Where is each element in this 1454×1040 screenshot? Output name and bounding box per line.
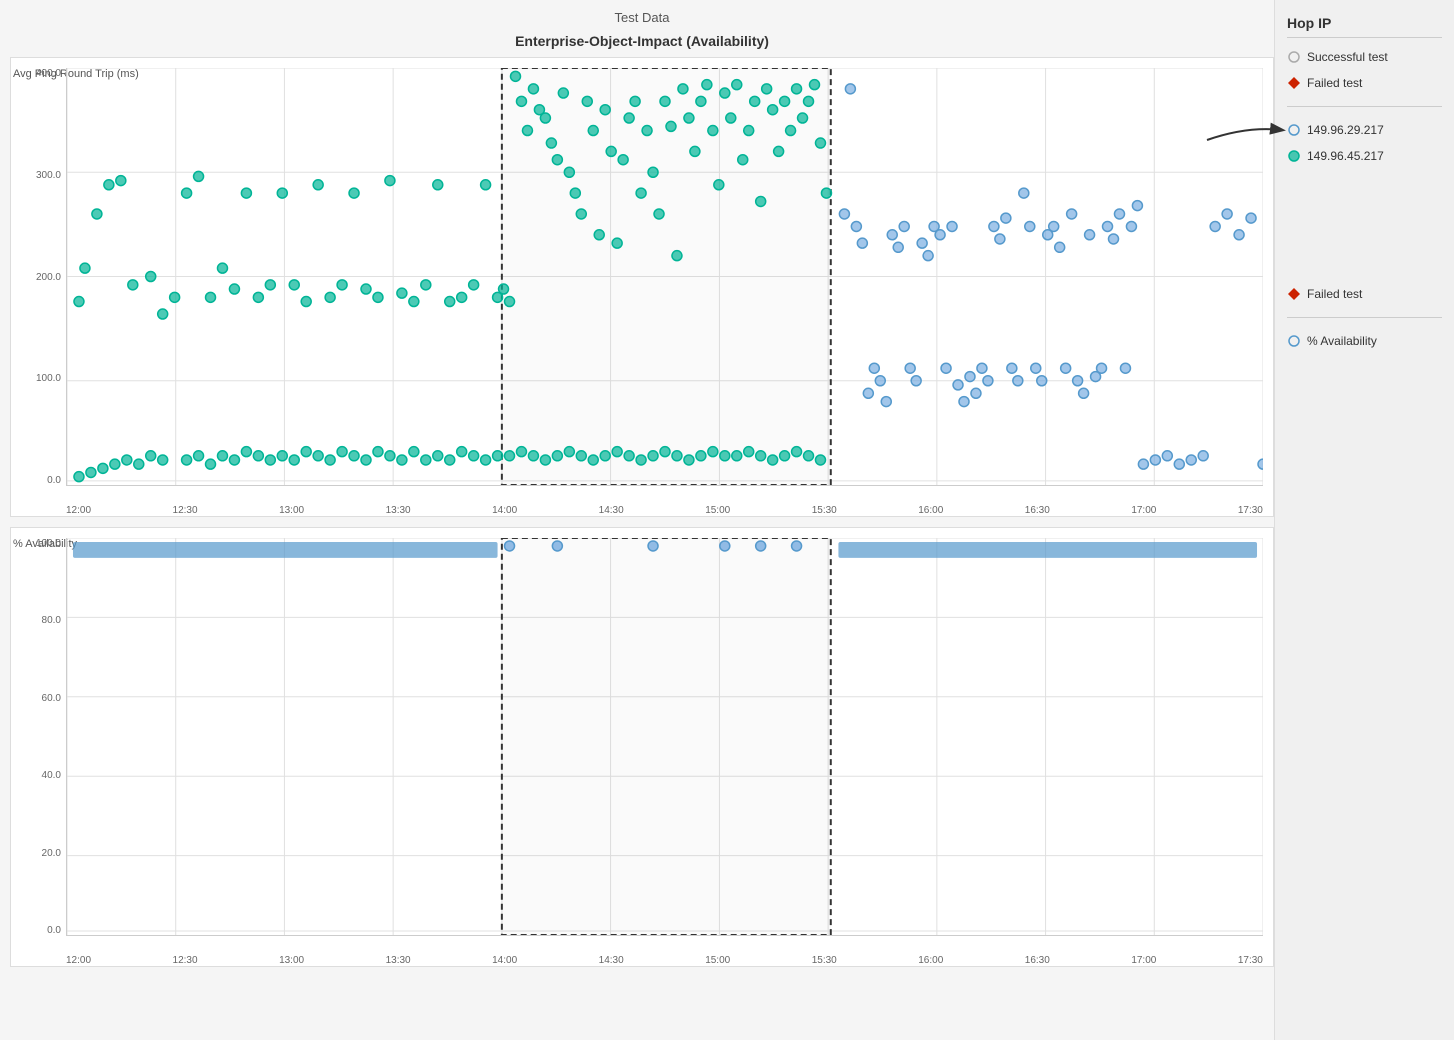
bottom-x-axis: 12:00 12:30 13:00 13:30 14:00 14:30 15:0…	[66, 941, 1263, 966]
top-chart-svg	[67, 68, 1263, 485]
legend-availability-label: % Availability	[1307, 334, 1377, 348]
successful-test-icon	[1287, 50, 1301, 64]
legend-successful: Successful test	[1287, 50, 1442, 64]
arrow-icon	[1207, 118, 1287, 148]
availability-circle-icon	[1287, 334, 1301, 348]
bottom-chart-svg	[67, 538, 1263, 935]
legend-ip-1[interactable]: 149.96.29.217	[1287, 123, 1442, 137]
legend-successful-label: Successful test	[1307, 50, 1388, 64]
legend-ip1-label: 149.96.29.217	[1307, 123, 1384, 137]
top-y-ticks: 400.0 300.0 200.0 100.0 0.0	[16, 68, 61, 486]
legend-failed-top: Failed test	[1287, 76, 1442, 90]
failed-test-icon-bottom	[1287, 287, 1301, 301]
ip1-circle-icon	[1287, 123, 1301, 137]
chart-title: Enterprise-Object-Impact (Availability)	[10, 33, 1274, 49]
top-chart-area[interactable]	[66, 68, 1263, 486]
bottom-y-ticks: 100.0 80.0 60.0 40.0 20.0 0.0	[16, 538, 61, 936]
legend-separator-1	[1287, 106, 1442, 107]
legend-ip2-label: 149.96.45.217	[1307, 149, 1384, 163]
legend-failed-bottom: Failed test	[1287, 287, 1442, 301]
legend-ip-2[interactable]: 149.96.45.217	[1287, 149, 1442, 163]
bottom-chart-panel: % Availability 100.0 80.0 60.0 40.0 20.0…	[10, 527, 1274, 967]
top-x-axis: 12:00 12:30 13:00 13:30 14:00 14:30 15:0…	[66, 491, 1263, 516]
top-chart-panel: Avg Ping Round Trip (ms) 400.0 300.0 200…	[10, 57, 1274, 517]
page-title: Test Data	[10, 10, 1274, 25]
sidebar-title: Hop IP	[1287, 15, 1442, 38]
ip2-circle-icon	[1287, 149, 1301, 163]
legend-failed-top-label: Failed test	[1307, 76, 1362, 90]
failed-test-icon-top	[1287, 76, 1301, 90]
sidebar: Hop IP Successful test Failed test 149.9…	[1274, 0, 1454, 1040]
legend-availability: % Availability	[1287, 334, 1442, 348]
legend-failed-bottom-label: Failed test	[1307, 287, 1362, 301]
legend-separator-2	[1287, 317, 1442, 318]
bottom-chart-area[interactable]	[66, 538, 1263, 936]
